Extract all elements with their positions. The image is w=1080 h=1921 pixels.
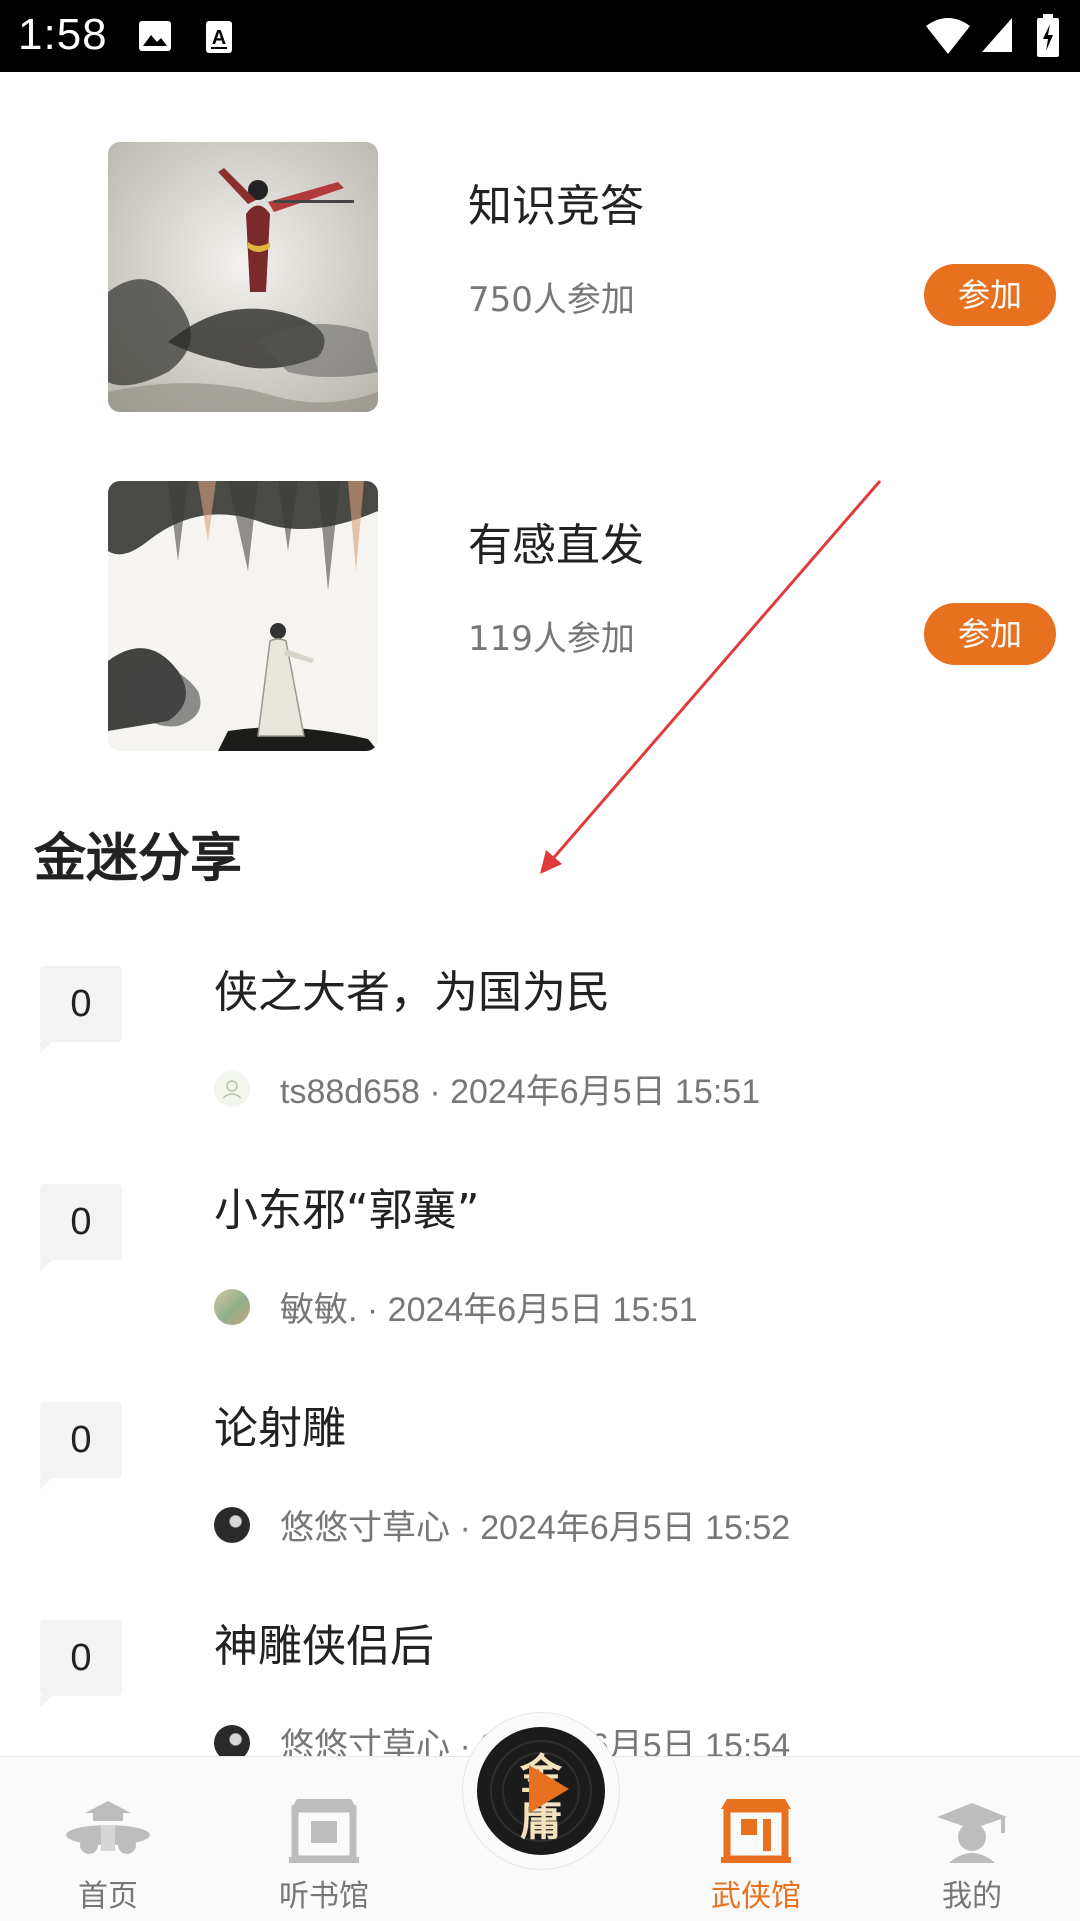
nav-label: 武侠馆 xyxy=(711,1879,801,1914)
vote-count[interactable]: 0 xyxy=(40,966,122,1054)
nav-item-audiobook-hall[interactable]: 听书馆 xyxy=(234,1757,414,1921)
activity-card-quiz[interactable]: 知识竞答 750人参加 参加 xyxy=(0,142,1080,412)
participant-count: 750人参加 xyxy=(468,280,635,320)
author-and-time: 悠悠寸草心 · 2024年6月5日 15:52 xyxy=(280,1509,791,1547)
activity-card-thoughts[interactable]: 有感直发 119人参加 参加 xyxy=(0,481,1080,751)
avatar[interactable] xyxy=(214,1506,250,1543)
nav-item-home[interactable]: 首页 xyxy=(18,1757,198,1921)
nav-label: 我的 xyxy=(942,1879,1002,1914)
vote-count[interactable]: 0 xyxy=(40,1402,122,1490)
participant-count: 119人参加 xyxy=(468,619,635,659)
share-title[interactable]: 侠之大者，为国为民 xyxy=(214,956,610,1020)
text-notification-icon: A xyxy=(206,21,232,53)
nav-label: 首页 xyxy=(78,1879,138,1914)
activity-title: 知识竞答 xyxy=(468,181,644,232)
share-list-item[interactable]: 0 小东邪“郭襄” 敏敏. · 2024年6月5日 15:51 xyxy=(0,1174,1080,1354)
home-icon xyxy=(66,1801,150,1854)
share-meta: ts88d658 · 2024年6月5日 15:51 xyxy=(214,1064,760,1111)
battery-icon xyxy=(1037,14,1059,57)
nav-label: 听书馆 xyxy=(279,1879,369,1914)
author-and-time: 敏敏. · 2024年6月5日 15:51 xyxy=(280,1291,698,1329)
section-title: 金迷分享 xyxy=(34,829,243,889)
status-time: 1:58 xyxy=(18,10,108,59)
center-play-button[interactable]: 金 庸 xyxy=(462,1712,620,1870)
share-list-item[interactable]: 0 论射雕 悠悠寸草心 · 2024年6月5日 15:52 xyxy=(0,1392,1080,1572)
nav-item-wuxia-hall[interactable]: 武侠馆 xyxy=(666,1757,846,1921)
activity-title: 有感直发 xyxy=(468,520,644,571)
profile-icon xyxy=(937,1803,1007,1863)
wifi-icon xyxy=(926,18,970,54)
play-disc-icon: 金 庸 xyxy=(477,1727,605,1855)
image-notification-icon xyxy=(139,21,171,51)
nav-item-profile[interactable]: 我的 xyxy=(882,1757,1062,1921)
avatar[interactable] xyxy=(214,1070,250,1107)
status-bar: 1:58 A xyxy=(0,0,1080,72)
share-meta: 敏敏. · 2024年6月5日 15:51 xyxy=(214,1282,698,1329)
audiobook-hall-icon xyxy=(289,1799,359,1863)
share-title[interactable]: 神雕侠侣后 xyxy=(214,1610,434,1674)
share-meta: 悠悠寸草心 · 2024年6月5日 15:52 xyxy=(214,1500,790,1547)
activity-thumbnail[interactable] xyxy=(108,142,378,412)
share-list-item[interactable]: 0 侠之大者，为国为民 ts88d658 · 2024年6月5日 15:51 xyxy=(0,956,1080,1136)
signal-icon xyxy=(982,18,1012,52)
share-title[interactable]: 小东邪“郭襄” xyxy=(214,1174,480,1238)
author-and-time: ts88d658 · 2024年6月5日 15:51 xyxy=(280,1073,761,1111)
vote-count[interactable]: 0 xyxy=(40,1620,122,1708)
activity-thumbnail[interactable] xyxy=(108,481,378,751)
vote-count[interactable]: 0 xyxy=(40,1184,122,1272)
wuxia-hall-icon xyxy=(721,1799,791,1863)
share-title[interactable]: 论射雕 xyxy=(214,1392,346,1456)
join-button[interactable]: 参加 xyxy=(924,603,1056,665)
svg-text:A: A xyxy=(212,27,226,49)
join-button[interactable]: 参加 xyxy=(924,264,1056,326)
avatar[interactable] xyxy=(214,1288,250,1325)
